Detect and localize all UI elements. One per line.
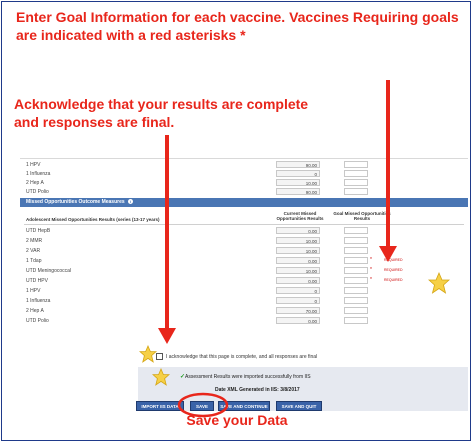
star-icon [139, 345, 157, 363]
arrow-to-acknowledge [158, 135, 176, 344]
star-icon [428, 272, 450, 294]
arrow-to-goal-column [379, 80, 397, 262]
save-instruction-annotation: Save your Data [186, 412, 288, 428]
annotation-arrows [158, 80, 397, 418]
star-icon [152, 368, 170, 386]
